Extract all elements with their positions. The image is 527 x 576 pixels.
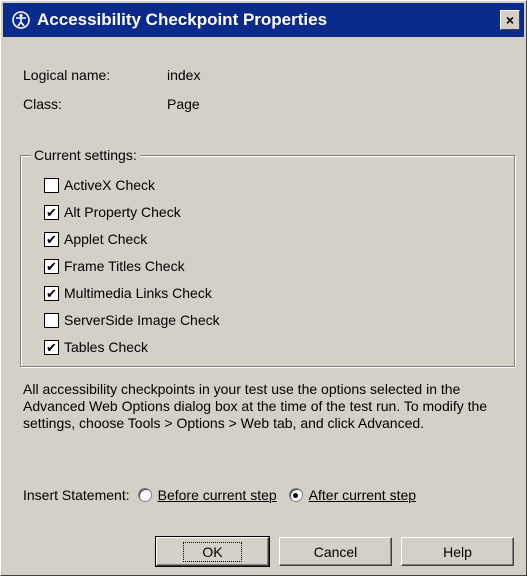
after-current-step-option[interactable]: After current step [288,487,417,503]
ok-button-label: OK [183,541,242,562]
serverside-image-check-label: ServerSide Image Check [64,312,220,328]
ok-button[interactable]: OK [155,536,270,567]
accessibility-checkpoint-dialog: Accessibility Checkpoint Properties × Lo… [0,0,527,576]
class-value: Page [167,96,200,112]
before-current-step-option[interactable]: Before current step [137,487,277,503]
logical-name-value: index [167,67,201,83]
activex-check-option[interactable]: ActiveX Check [44,175,155,195]
cancel-button-label: Cancel [313,543,358,560]
tables-check-label: Tables Check [64,339,149,355]
help-button[interactable]: Help [401,537,514,566]
serverside-image-checkbox[interactable] [44,312,59,328]
activex-checkbox[interactable] [44,177,59,193]
frame-titles-check-label: Frame Titles Check [64,258,185,274]
multimedia-links-check-option[interactable]: ✔ Multimedia Links Check [44,283,212,303]
radio-selected-dot [293,492,299,498]
multimedia-links-checkbox[interactable]: ✔ [44,285,59,301]
alt-property-checkbox[interactable]: ✔ [44,204,59,220]
help-button-label: Help [443,543,472,560]
tables-check-option[interactable]: ✔ Tables Check [44,337,148,357]
before-current-step-radio[interactable] [137,488,152,502]
frame-titles-checkbox[interactable]: ✔ [44,258,59,274]
accessibility-checkpoint-icon [11,10,31,30]
logical-name-label: Logical name: [23,67,111,83]
window-title: Accessibility Checkpoint Properties [37,10,328,29]
close-button[interactable]: × [500,10,520,30]
cancel-button[interactable]: Cancel [279,537,392,566]
applet-checkbox[interactable]: ✔ [44,231,59,247]
close-icon: × [505,12,515,28]
current-settings-group: Current settings: ActiveX Check ✔ Alt Pr… [20,147,515,367]
applet-check-option[interactable]: ✔ Applet Check [44,229,147,249]
serverside-image-check-option[interactable]: ServerSide Image Check [44,310,220,330]
applet-check-label: Applet Check [64,231,148,247]
multimedia-links-check-label: Multimedia Links Check [64,285,212,301]
tables-checkbox[interactable]: ✔ [44,339,59,355]
after-current-step-label: After current step [308,487,417,503]
after-current-step-radio[interactable] [288,488,303,502]
activex-check-label: ActiveX Check [64,177,156,193]
title-bar[interactable]: Accessibility Checkpoint Properties × [3,3,524,37]
current-settings-label: Current settings: [31,147,140,163]
insert-statement-label: Insert Statement: [23,487,130,503]
alt-property-check-option[interactable]: ✔ Alt Property Check [44,202,181,222]
alt-property-check-label: Alt Property Check [64,204,181,220]
settings-note-text: All accessibility checkpoints in your te… [23,381,488,431]
class-label: Class: [23,96,62,112]
insert-statement-row: Insert Statement: Before current step Af… [23,487,416,503]
before-current-step-label: Before current step [157,487,277,503]
frame-titles-check-option[interactable]: ✔ Frame Titles Check [44,256,185,276]
